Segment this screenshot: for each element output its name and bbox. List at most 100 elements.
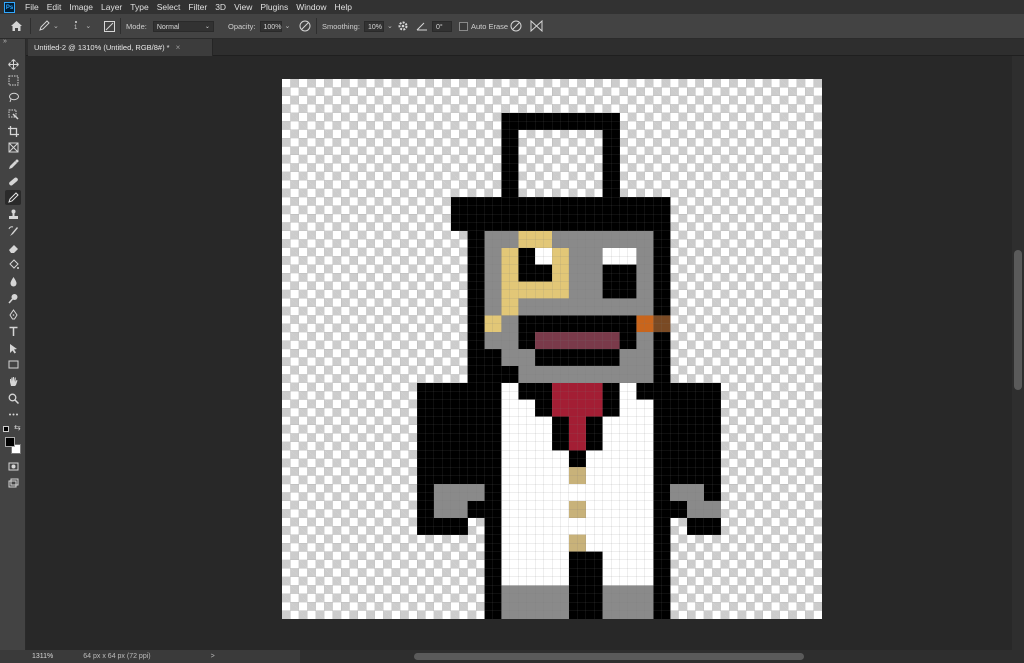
quick-mask-button[interactable] (5, 459, 21, 474)
default-colors-icon[interactable] (3, 426, 9, 432)
home-button[interactable] (10, 14, 23, 38)
opacity-value: 100% (263, 23, 282, 31)
angle-icon (416, 22, 427, 31)
brush-angle[interactable]: 0° (416, 14, 452, 38)
rectangle-tool[interactable] (5, 357, 21, 372)
smoothing-input[interactable]: 10% (363, 20, 384, 32)
menu-file[interactable]: File (21, 0, 43, 14)
hand-tool[interactable] (5, 374, 21, 389)
chevron-down-icon[interactable]: ⌄ (285, 22, 291, 30)
document-tab-label: Untitled-2 @ 1310% (Untitled, RGB/8#) * (34, 43, 170, 52)
opacity-label: Opacity: (228, 21, 256, 31)
pressure-size-button[interactable] (510, 14, 522, 38)
document-size: 64 px x 64 px (72 ppi) (83, 653, 151, 660)
paint-bucket-icon (8, 259, 19, 269)
pencil-icon (7, 192, 19, 203)
quick-mask-icon (8, 462, 18, 471)
history-brush-tool[interactable] (5, 224, 21, 239)
marquee-tool[interactable] (5, 73, 21, 88)
lasso-tool[interactable] (5, 90, 21, 105)
frame-tool[interactable] (5, 140, 21, 155)
zoom-tool[interactable] (5, 391, 21, 406)
menu-edit[interactable]: Edit (43, 0, 66, 14)
pen-tool[interactable] (5, 307, 21, 322)
brush-size-label: 1 (74, 25, 78, 31)
menu-bar: Ps File Edit Image Layer Type Select Fil… (0, 0, 1024, 14)
blur-icon (10, 277, 16, 287)
auto-erase-label: Auto Erase (471, 21, 509, 31)
angle-value: 0° (436, 23, 443, 31)
menu-view[interactable]: View (230, 0, 256, 14)
pixel-art-drawing (282, 79, 822, 619)
vertical-scroll-thumb[interactable] (1014, 250, 1022, 390)
auto-erase-toggle[interactable]: Auto Erase (459, 14, 508, 38)
brush-settings-toggle[interactable] (104, 14, 115, 38)
screen-mode-button[interactable] (5, 476, 21, 491)
pressure-icon (299, 20, 311, 32)
path-select-tool[interactable] (5, 341, 21, 356)
status-bar: 1311% 64 px x 64 px (72 ppi) > (0, 650, 300, 663)
healing-tool[interactable] (5, 174, 21, 189)
zoom-level[interactable]: 1311% (32, 653, 53, 660)
brush-dot-icon (74, 21, 77, 23)
status-menu-arrow-icon[interactable]: > (211, 653, 215, 660)
path-select-icon (9, 344, 17, 354)
pressure-opacity-button[interactable] (299, 14, 311, 38)
menu-help[interactable]: Help (330, 0, 355, 14)
eyedropper-tool[interactable] (5, 157, 21, 172)
tool-preset-picker[interactable]: ⌄ (38, 14, 59, 38)
menu-3d[interactable]: 3D (211, 0, 230, 14)
foreground-color-swatch[interactable] (5, 437, 15, 447)
eraser-tool[interactable] (5, 241, 21, 256)
chevron-down-icon: ⌄ (204, 23, 210, 30)
menu-plugins[interactable]: Plugins (256, 0, 292, 14)
eraser-icon (8, 245, 18, 253)
smoothing-value: 10% (367, 23, 382, 31)
pencil-tool[interactable] (5, 190, 21, 205)
opacity-input[interactable]: 100% (259, 20, 282, 32)
options-bar: ⌄ 1 ⌄ Mode: Normal ⌄ Opacity: 100% ⌄ Smo… (0, 14, 1024, 39)
stamp-tool[interactable] (5, 207, 21, 222)
brush-preset-picker[interactable]: 1 ⌄ (74, 14, 91, 38)
stamp-icon (8, 209, 18, 219)
dodge-icon (7, 294, 17, 304)
auto-erase-checkbox[interactable] (459, 21, 468, 31)
dodge-tool[interactable] (5, 291, 21, 306)
pressure-size-icon (510, 20, 522, 32)
hand-icon (9, 377, 17, 386)
smoothing-options-button[interactable] (397, 14, 409, 38)
more-tools-button[interactable] (5, 407, 21, 422)
chevron-down-icon: ⌄ (85, 23, 92, 30)
menu-window[interactable]: Window (292, 0, 330, 14)
object-select-tool[interactable] (5, 107, 21, 122)
document-tab[interactable]: Untitled-2 @ 1310% (Untitled, RGB/8#) * … (28, 39, 213, 56)
swap-colors-icon[interactable]: ⇆ (14, 423, 21, 432)
paint-bucket-tool[interactable] (5, 257, 21, 272)
crop-icon (7, 126, 19, 137)
menu-filter[interactable]: Filter (184, 0, 211, 14)
photoshop-logo-icon[interactable]: Ps (4, 1, 15, 13)
crop-tool[interactable] (5, 124, 21, 139)
menu-select[interactable]: Select (153, 0, 185, 14)
eyedropper-icon (8, 159, 18, 169)
move-tool[interactable] (5, 57, 21, 72)
toolbar: » ⇆ (0, 38, 26, 650)
menu-image[interactable]: Image (65, 0, 97, 14)
angle-input[interactable]: 0° (432, 20, 452, 32)
screen-mode-icon (8, 478, 18, 488)
close-icon[interactable]: × (176, 43, 181, 52)
pencil-icon (39, 20, 50, 31)
menu-type[interactable]: Type (126, 0, 152, 14)
zoom-icon (8, 393, 19, 404)
menu-layer[interactable]: Layer (97, 0, 126, 14)
chevron-down-icon[interactable]: ⌄ (387, 22, 393, 30)
mode-select[interactable]: Normal ⌄ (152, 20, 214, 32)
symmetry-button[interactable] (530, 14, 543, 38)
object-select-icon (8, 109, 19, 120)
document-canvas[interactable] (282, 79, 822, 619)
horizontal-scroll-thumb[interactable] (414, 653, 804, 660)
toolbar-collapse-icon[interactable]: » (3, 38, 7, 45)
mode-label: Mode: (126, 21, 147, 31)
blur-tool[interactable] (5, 274, 21, 289)
type-tool[interactable] (5, 324, 21, 339)
